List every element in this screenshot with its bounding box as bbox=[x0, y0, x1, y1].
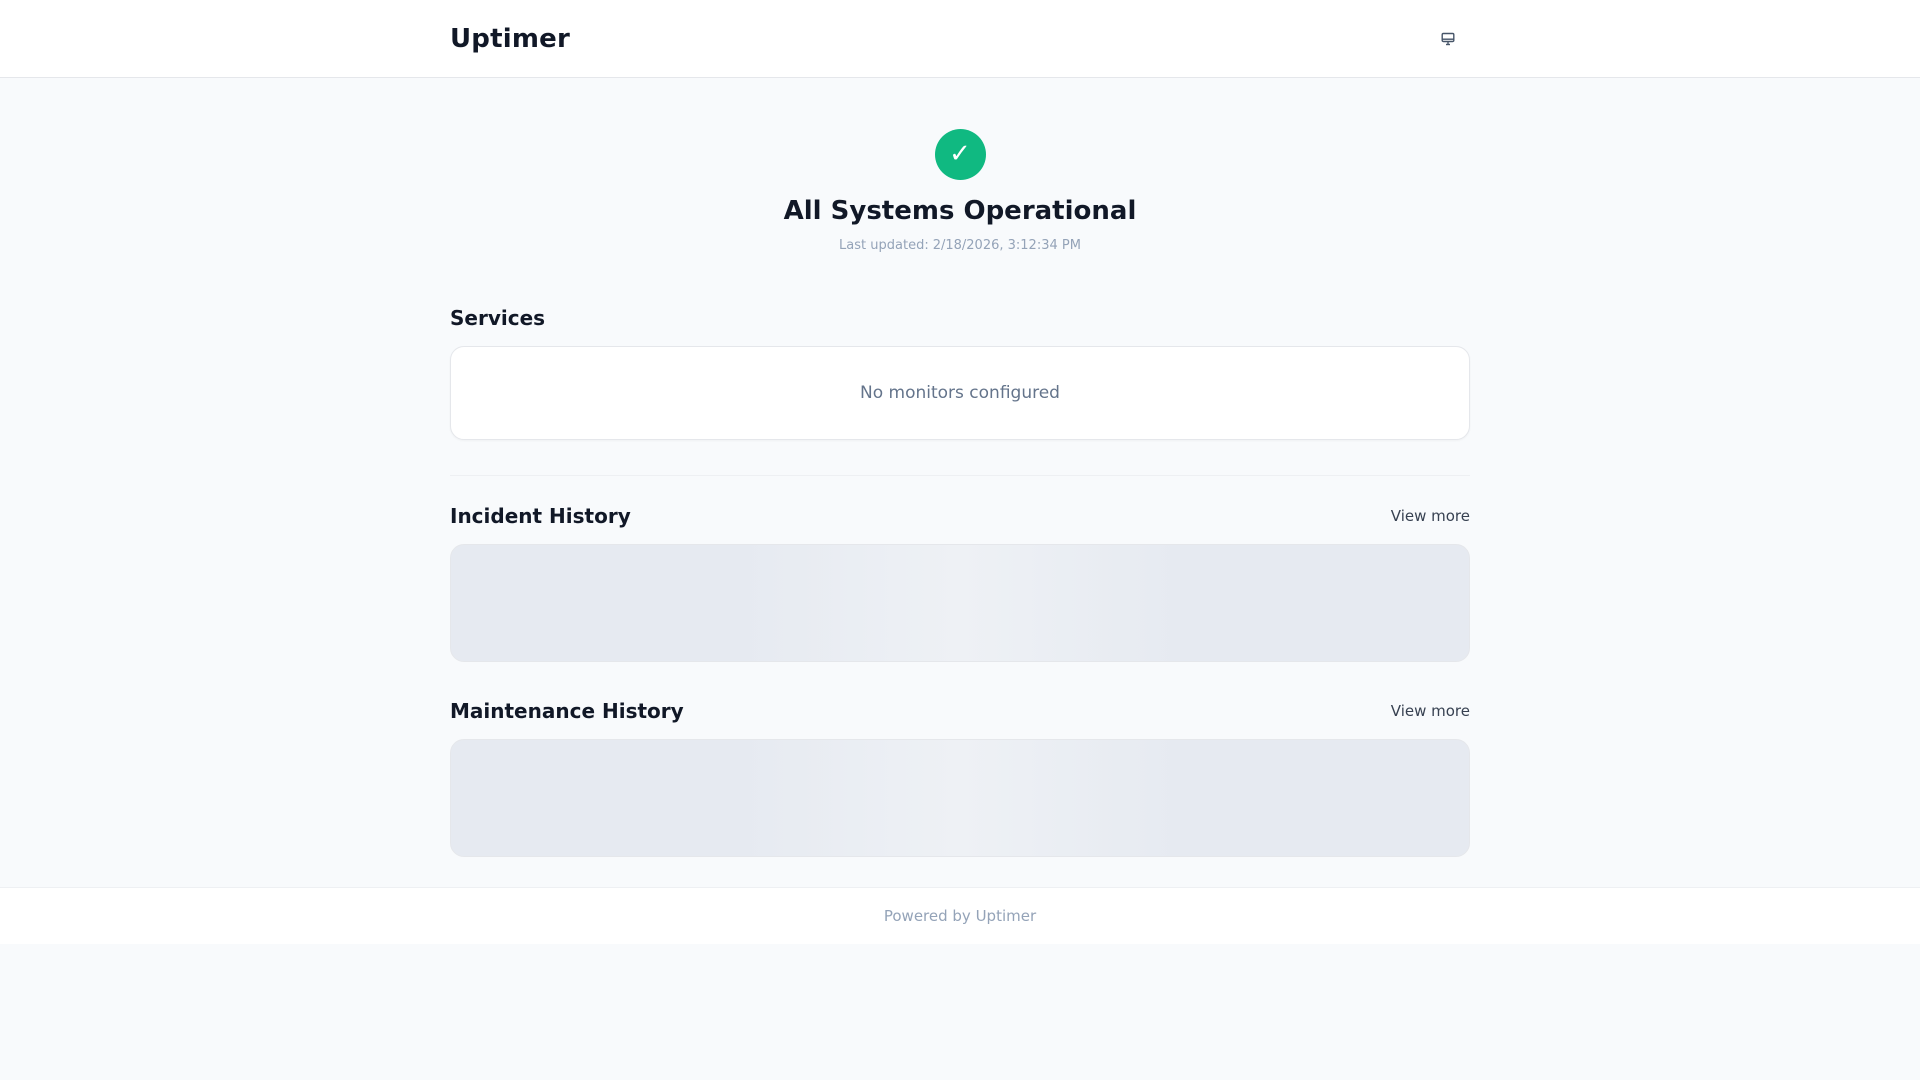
last-updated-value: 2/18/2026, 3:12:34 PM bbox=[932, 238, 1081, 253]
section-divider bbox=[450, 475, 1470, 476]
top-header: Uptimer bbox=[0, 0, 1920, 78]
maintenance-history-skeleton bbox=[450, 739, 1470, 857]
status-hero: ✓ All Systems Operational Last updated: 2… bbox=[450, 78, 1470, 255]
incident-history-header: Incident History View more bbox=[450, 503, 1470, 529]
services-card: No monitors configured bbox=[450, 346, 1470, 440]
theme-toggle-button[interactable] bbox=[1430, 21, 1466, 57]
page-footer: Powered by Uptimer bbox=[0, 887, 1920, 944]
incident-history-skeleton bbox=[450, 544, 1470, 662]
monitor-icon bbox=[1441, 32, 1455, 46]
incident-history-heading: Incident History bbox=[450, 504, 631, 528]
maintenance-view-more-link[interactable]: View more bbox=[1391, 702, 1470, 720]
check-icon: ✓ bbox=[934, 129, 986, 180]
last-updated-label: Last updated: bbox=[839, 238, 929, 253]
incident-view-more-link[interactable]: View more bbox=[1391, 507, 1470, 525]
footer-powered-by: Powered by Uptimer bbox=[883, 907, 1037, 925]
maintenance-history-heading: Maintenance History bbox=[450, 699, 684, 723]
brand-title[interactable]: Uptimer bbox=[450, 24, 570, 54]
services-heading: Services bbox=[450, 306, 546, 330]
maintenance-history-header: Maintenance History View more bbox=[450, 698, 1470, 724]
main-content: ✓ All Systems Operational Last updated: 2… bbox=[450, 78, 1470, 857]
status-title: All Systems Operational bbox=[783, 196, 1137, 226]
last-updated: Last updated: 2/18/2026, 3:12:34 PM bbox=[450, 237, 1470, 255]
no-monitors-message: No monitors configured bbox=[860, 383, 1060, 403]
